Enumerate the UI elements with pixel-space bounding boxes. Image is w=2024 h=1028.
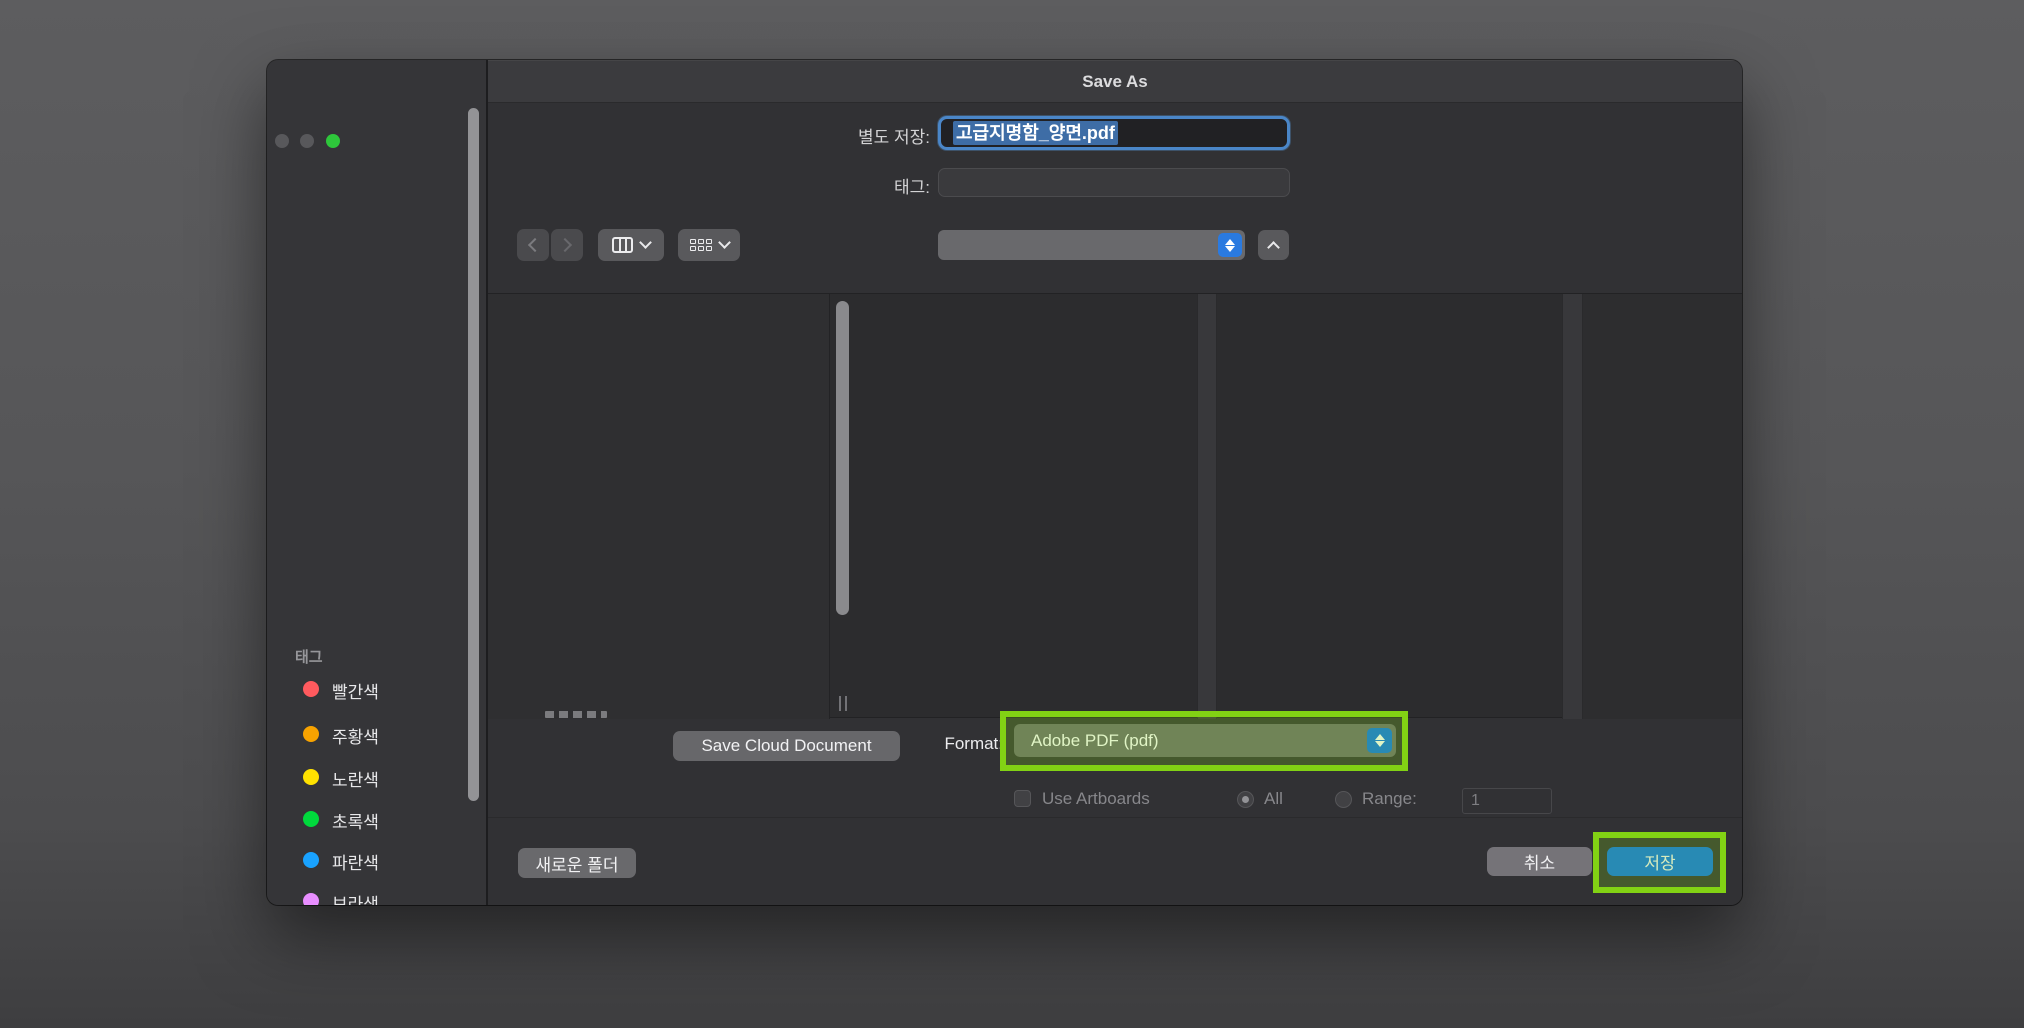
stepper-icon xyxy=(1367,728,1392,753)
sidebar-item-tag-yellow[interactable]: 노란색 xyxy=(267,762,486,792)
sidebar-item-tag-purple[interactable]: 보라색 xyxy=(267,886,486,905)
group-view-button[interactable] xyxy=(678,229,740,261)
tags-input[interactable] xyxy=(938,168,1290,197)
collapse-dialog-button[interactable] xyxy=(1258,230,1289,260)
location-select[interactable] xyxy=(938,230,1245,260)
blue-tag-dot-icon xyxy=(303,852,319,868)
orange-tag-dot-icon xyxy=(303,726,319,742)
sidebar-item-tag-orange[interactable]: 주황색 xyxy=(267,719,486,749)
column-scrollbar[interactable] xyxy=(836,301,849,615)
tag-label: 파란색 xyxy=(332,849,379,874)
tag-label: 빨간색 xyxy=(332,678,379,703)
sidebar-tags-header: 태그 xyxy=(295,646,323,667)
chevron-left-icon xyxy=(528,238,542,252)
save-button[interactable]: 저장 xyxy=(1607,847,1713,876)
zoom-window-button[interactable] xyxy=(326,134,340,148)
use-artboards-checkbox[interactable] xyxy=(1014,790,1031,807)
format-selected-value: Adobe PDF (pdf) xyxy=(1031,731,1159,750)
sidebar-item-tag-green[interactable]: 초록색 xyxy=(267,804,486,834)
tags-field-label: 태그: xyxy=(730,173,930,198)
selected-filename-text: 고급지명함_양면.pdf xyxy=(953,121,1118,145)
browser-column-4[interactable] xyxy=(1583,294,1742,719)
forward-button[interactable] xyxy=(551,229,583,261)
chevron-right-icon xyxy=(558,238,572,252)
yellow-tag-dot-icon xyxy=(303,769,319,785)
column-divider[interactable] xyxy=(1197,294,1217,719)
range-radio[interactable] xyxy=(1335,791,1352,808)
desktop-backdrop: 태그 빨간색 주황색 노란색 초록색 파란색 xyxy=(0,0,2024,1028)
format-label: Format: xyxy=(903,734,1003,754)
sidebar: 태그 빨간색 주황색 노란색 초록색 파란색 xyxy=(267,60,486,905)
sidebar-item-tag-blue[interactable]: 파란색 xyxy=(267,845,486,875)
save-as-dialog: 태그 빨간색 주황색 노란색 초록색 파란색 xyxy=(267,60,1742,905)
section-separator xyxy=(488,817,1742,818)
dialog-main-panel: Save As 별도 저장: 고급지명함_양면.pdf 태그: xyxy=(488,60,1742,905)
chevron-down-icon xyxy=(639,236,652,249)
range-input[interactable]: 1 xyxy=(1462,788,1552,814)
close-window-button[interactable] xyxy=(275,134,289,148)
use-artboards-label: Use Artboards xyxy=(1042,789,1150,809)
range-radio-label: Range: xyxy=(1362,789,1417,809)
tag-label: 주황색 xyxy=(332,723,379,748)
purple-tag-dot-icon xyxy=(303,893,319,905)
tag-label: 보라색 xyxy=(332,890,379,905)
column-resize-handle-icon[interactable] xyxy=(838,696,848,711)
tag-label: 초록색 xyxy=(332,808,379,833)
back-button[interactable] xyxy=(517,229,549,261)
red-tag-dot-icon xyxy=(303,681,319,697)
file-browser[interactable] xyxy=(488,293,1742,718)
save-cloud-document-button[interactable]: Save Cloud Document xyxy=(673,731,900,761)
column-view-button[interactable] xyxy=(598,229,664,261)
all-radio[interactable] xyxy=(1237,791,1254,808)
stepper-icon xyxy=(1218,233,1242,257)
grid-view-icon xyxy=(690,239,712,251)
new-folder-button[interactable]: 새로운 폴더 xyxy=(518,848,636,878)
cancel-button[interactable]: 취소 xyxy=(1487,847,1592,876)
green-tag-dot-icon xyxy=(303,811,319,827)
chevron-up-icon xyxy=(1267,241,1280,254)
format-select[interactable]: Adobe PDF (pdf) xyxy=(1014,724,1396,757)
truncated-item-label xyxy=(545,711,607,718)
filename-input[interactable]: 고급지명함_양면.pdf xyxy=(938,116,1290,150)
tag-label: 노란색 xyxy=(332,766,379,791)
minimize-window-button[interactable] xyxy=(300,134,314,148)
columns-view-icon xyxy=(612,237,633,253)
browser-column-1[interactable] xyxy=(488,294,830,719)
sidebar-item-tag-red[interactable]: 빨간색 xyxy=(267,674,486,704)
column-divider[interactable] xyxy=(1562,294,1583,719)
chevron-down-icon xyxy=(718,236,731,249)
dialog-title: Save As xyxy=(488,60,1742,103)
filename-field-label: 별도 저장: xyxy=(730,123,930,148)
all-radio-label: All xyxy=(1264,789,1283,809)
